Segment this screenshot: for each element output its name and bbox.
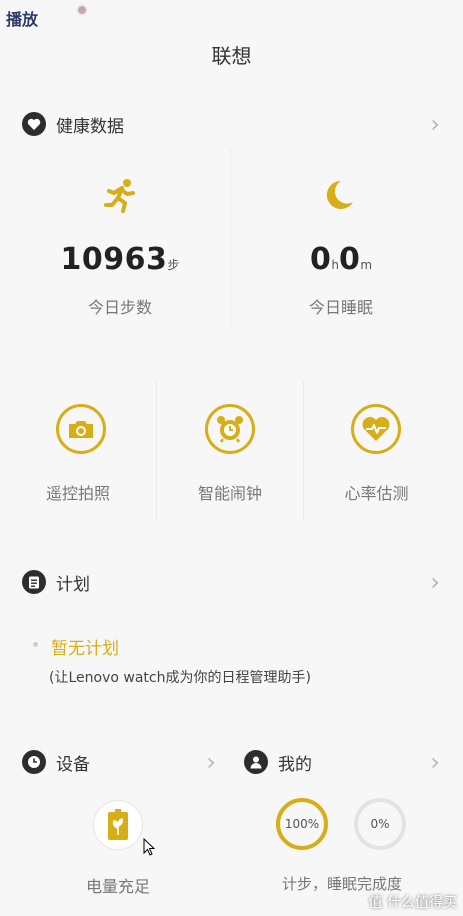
steps-label: 今日步数: [87, 298, 152, 317]
steps-card[interactable]: 10963步 今日步数: [0, 150, 230, 330]
sleep-progress-ring[interactable]: 0%: [354, 798, 406, 850]
camera-icon: [56, 404, 106, 454]
completion-label: 计步，睡眠完成度: [281, 875, 402, 893]
sleep-label: 今日睡眠: [308, 298, 373, 317]
steps-value: 10963步: [60, 242, 180, 277]
plan-section-title: 计划: [56, 574, 90, 595]
plan-empty-description: (让Lenovo watch成为你的日程管理助手): [49, 670, 311, 686]
alarm-clock-icon: [205, 404, 255, 454]
chevron-right-icon[interactable]: ›: [206, 748, 216, 776]
mine-section-title: 我的: [278, 754, 312, 775]
page-title: 联想: [211, 44, 252, 68]
mouse-cursor-icon: [143, 837, 156, 860]
heart-icon: [22, 112, 46, 136]
record-indicator-icon: [76, 4, 88, 16]
heart-rate-label: 心率估测: [344, 484, 409, 503]
chevron-right-icon[interactable]: ›: [430, 568, 440, 596]
plan-section-header[interactable]: 计划 ›: [22, 568, 440, 596]
health-section-title: 健康数据: [56, 116, 124, 137]
health-section-header[interactable]: 健康数据 ›: [22, 110, 440, 138]
mine-section-header[interactable]: 我的 ›: [244, 748, 440, 776]
chevron-right-icon[interactable]: ›: [430, 748, 440, 776]
list-bullet: [33, 642, 38, 647]
heart-rate-button[interactable]: 心率估测: [304, 402, 463, 512]
battery-icon[interactable]: [93, 800, 143, 850]
plan-empty-title: 暂无计划: [51, 639, 119, 659]
clock-icon: [22, 750, 46, 774]
watermark: 值 什么值得买: [368, 895, 457, 911]
running-icon: [100, 178, 140, 218]
play-badge[interactable]: 播放: [6, 6, 38, 30]
remote-photo-label: 遥控拍照: [45, 484, 110, 503]
sleep-value: 0h0m: [309, 242, 373, 277]
heart-rate-icon: [351, 404, 401, 454]
smart-alarm-label: 智能闹钟: [197, 484, 262, 503]
clipboard-icon: [22, 570, 46, 594]
smart-alarm-button[interactable]: 智能闹钟: [157, 402, 303, 512]
battery-status-label: 电量充足: [85, 877, 150, 896]
user-icon: [244, 750, 268, 774]
remote-photo-button[interactable]: 遥控拍照: [0, 402, 156, 512]
device-section-title: 设备: [56, 754, 90, 775]
step-progress-ring[interactable]: 100%: [276, 798, 328, 850]
sleep-card[interactable]: 0h0m 今日睡眠: [231, 150, 463, 330]
moon-icon: [325, 178, 355, 216]
device-section-header[interactable]: 设备 ›: [22, 748, 216, 776]
chevron-right-icon[interactable]: ›: [430, 110, 440, 138]
